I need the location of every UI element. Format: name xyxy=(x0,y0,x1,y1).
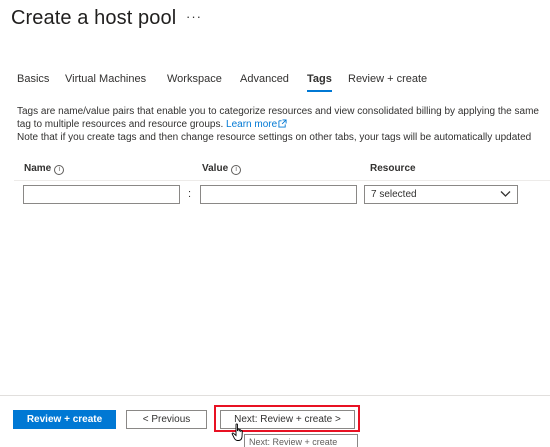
page-title: Create a host pool xyxy=(11,7,177,29)
tab-basics[interactable]: Basics xyxy=(17,73,49,85)
more-options-button[interactable]: ··· xyxy=(186,9,202,24)
previous-button[interactable]: < Previous xyxy=(126,410,207,429)
header-divider xyxy=(14,180,550,181)
tag-value-input[interactable] xyxy=(200,185,357,204)
info-icon[interactable]: i xyxy=(231,165,242,175)
value-column-header: Value i xyxy=(202,163,242,175)
info-icon[interactable]: i xyxy=(54,165,65,175)
tab-advanced[interactable]: Advanced xyxy=(240,73,289,85)
tooltip: Next: Review + create xyxy=(244,434,358,447)
resource-column-header: Resource xyxy=(370,163,416,174)
tab-workspace[interactable]: Workspace xyxy=(167,73,222,85)
tag-name-input[interactable] xyxy=(23,185,180,204)
tab-virtual-machines[interactable]: Virtual Machines xyxy=(65,73,146,85)
tags-note-text: Note that if you create tags and then ch… xyxy=(17,132,532,143)
hand-cursor-icon xyxy=(231,423,243,441)
footer-divider xyxy=(0,395,550,396)
tags-description: Tags are name/value pairs that enable yo… xyxy=(17,105,547,144)
name-value-separator: : xyxy=(188,188,192,200)
resource-selected-value: 7 selected xyxy=(371,189,417,200)
external-link-icon xyxy=(278,119,287,128)
tab-tags[interactable]: Tags xyxy=(307,73,332,92)
chevron-down-icon xyxy=(500,191,511,197)
tab-review-create[interactable]: Review + create xyxy=(348,73,427,85)
learn-more-link[interactable]: Learn more xyxy=(226,119,287,130)
create-host-pool-page: Create a host pool ··· Basics Virtual Ma… xyxy=(0,0,550,447)
review-create-button[interactable]: Review + create xyxy=(13,410,116,429)
name-column-header: Name i xyxy=(24,163,65,175)
resource-dropdown[interactable]: 7 selected xyxy=(364,185,518,204)
